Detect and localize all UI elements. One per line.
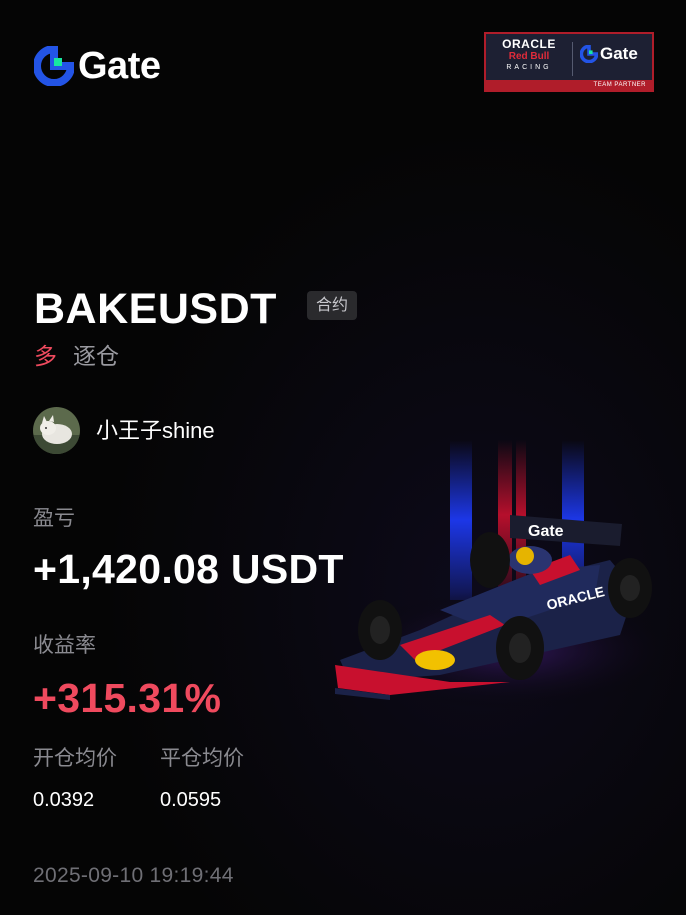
sponsor-gate-logo: Gate: [580, 44, 638, 64]
cat-avatar-icon: [33, 407, 80, 454]
pnl-label: 盈亏: [33, 507, 75, 530]
red-bull-text: Red Bull: [508, 51, 550, 62]
gate-small-icon: [580, 45, 598, 63]
f1-race-car-icon: Gate ORACLE: [335, 440, 670, 710]
sponsor-footer: TEAM PARTNER: [486, 80, 652, 90]
position-direction-row: 多逐仓: [34, 340, 119, 372]
team-partner-text: TEAM PARTNER: [593, 82, 646, 88]
roi-value: +315.31%: [33, 675, 222, 721]
contract-tag: 合约: [307, 291, 358, 320]
close-price-value: 0.0595: [160, 789, 222, 811]
roi-label: 收益率: [33, 634, 96, 657]
team-partner-badge: ORACLE Red Bull RACING Gate TEAM PARTNER: [484, 32, 654, 92]
racing-text: RACING: [506, 64, 552, 71]
pnl-value: +1,420.08 USDT: [33, 546, 344, 592]
gate-logo-icon: [34, 46, 74, 86]
oracle-text: ORACLE: [502, 37, 556, 51]
open-price-label: 开仓均价: [33, 747, 117, 770]
close-price-label: 平仓均价: [160, 747, 244, 770]
car-livery-text: Gate: [528, 523, 564, 540]
direction-long: 多: [34, 343, 57, 369]
margin-mode: 逐仓: [73, 343, 119, 369]
avatar: [33, 407, 80, 454]
username: 小王子shine: [96, 418, 215, 443]
trading-pair: BAKEUSDT: [34, 285, 277, 333]
sponsor-gate-text: Gate: [600, 44, 638, 63]
timestamp: 2025-09-10 19:19:44: [33, 864, 234, 887]
open-price-value: 0.0392: [33, 789, 95, 811]
gate-logo: Gate: [34, 45, 161, 87]
brand-name: Gate: [78, 45, 161, 87]
share-card: Gate ORACLE Red Bull RACING Gate TEAM PA…: [0, 0, 686, 915]
sponsor-divider: [572, 42, 573, 76]
oracle-redbull-logo: ORACLE Red Bull RACING: [490, 38, 568, 73]
